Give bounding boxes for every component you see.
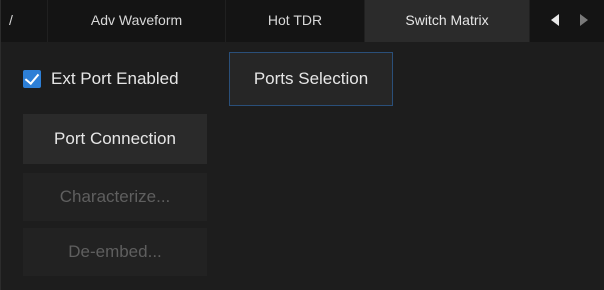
tab-truncated[interactable]: / <box>1 0 47 42</box>
ports-selection-button[interactable]: Ports Selection <box>229 52 393 106</box>
tab-bar: / Adv Waveform Hot TDR Switch Matrix <box>1 0 604 42</box>
tab-scroll-right-icon[interactable] <box>580 14 588 26</box>
tab-adv-waveform[interactable]: Adv Waveform <box>48 0 225 42</box>
tab-switch-matrix[interactable]: Switch Matrix <box>365 0 529 42</box>
port-connection-button[interactable]: Port Connection <box>23 114 207 164</box>
tab-hot-tdr[interactable]: Hot TDR <box>226 0 364 42</box>
characterize-button[interactable]: Characterize... <box>23 173 207 221</box>
tab-scroll-left-icon[interactable] <box>551 14 559 26</box>
de-embed-button[interactable]: De-embed... <box>23 228 207 276</box>
switch-matrix-panel: / Adv Waveform Hot TDR Switch Matrix Ext… <box>0 0 604 290</box>
checkbox-checked-icon[interactable] <box>23 70 41 88</box>
ext-port-enabled-label: Ext Port Enabled <box>51 69 179 88</box>
ext-port-enabled-checkbox[interactable]: Ext Port Enabled <box>23 64 179 94</box>
tab-scroll-controls <box>530 0 604 42</box>
